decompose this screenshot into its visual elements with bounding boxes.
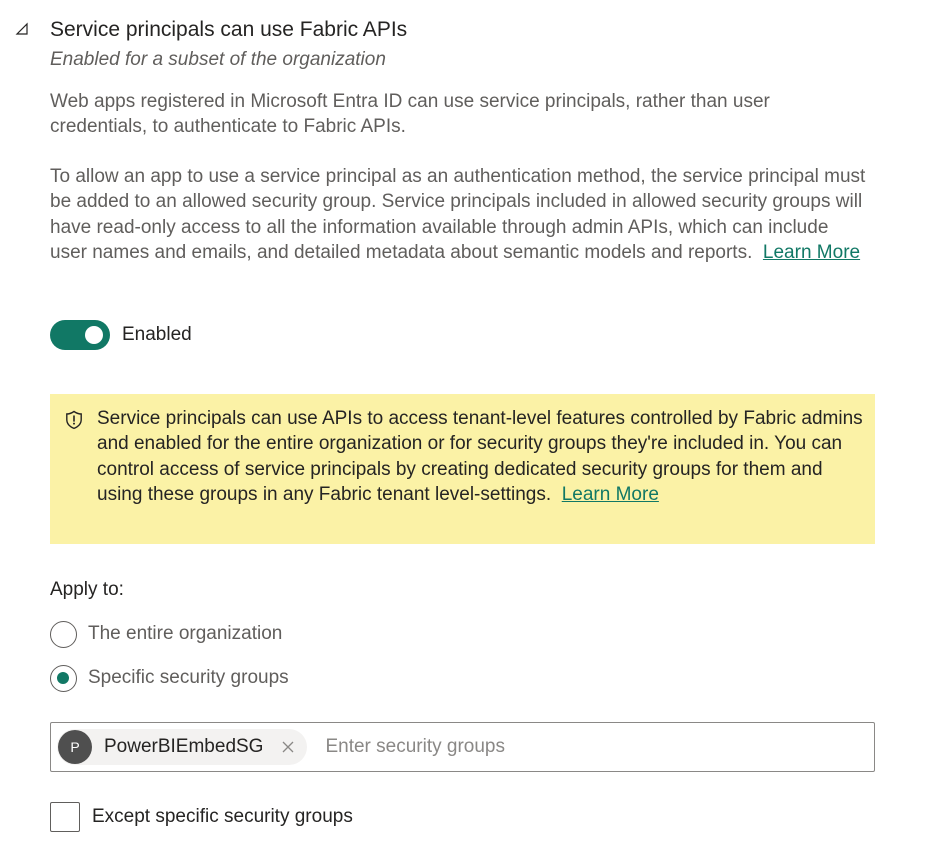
tenant-setting-panel: Service principals can use Fabric APIs E… xyxy=(0,0,937,853)
except-security-groups-option[interactable]: Except specific security groups xyxy=(50,802,353,832)
enabled-toggle-row: Enabled xyxy=(50,320,192,350)
setting-title: Service principals can use Fabric APIs xyxy=(50,18,408,41)
enabled-toggle[interactable] xyxy=(50,320,110,350)
security-groups-input[interactable] xyxy=(325,736,874,758)
radio-specific-security-groups[interactable]: Specific security groups xyxy=(50,664,289,692)
close-icon[interactable] xyxy=(281,740,295,754)
radio-selected-dot xyxy=(57,671,69,684)
triangle-collapse-icon[interactable] xyxy=(15,22,29,36)
toggle-knob xyxy=(85,326,103,344)
warning-message-bar: Service principals can use APIs to acces… xyxy=(50,394,875,544)
toggle-label: Enabled xyxy=(122,324,192,345)
setting-description-text: To allow an app to use a service princip… xyxy=(50,166,866,263)
radio-label: The entire organization xyxy=(88,623,283,644)
radio-button-unselected[interactable] xyxy=(50,620,77,648)
warning-learn-more-link[interactable]: Learn More xyxy=(562,484,659,505)
security-group-chip: P PowerBIEmbedSG xyxy=(57,729,308,765)
apply-to-label: Apply to: xyxy=(50,579,124,600)
learn-more-link[interactable]: Learn More xyxy=(763,242,860,263)
chip-label: PowerBIEmbedSG xyxy=(104,736,264,757)
radio-entire-organization[interactable]: The entire organization xyxy=(50,620,282,648)
setting-description: Web apps registered in Microsoft Entra I… xyxy=(50,91,770,138)
radio-button-selected[interactable] xyxy=(50,664,77,692)
setting-subtitle: Enabled for a subset of the organization xyxy=(50,49,386,70)
warning-text-block: Service principals can use APIs to acces… xyxy=(97,406,867,508)
avatar: P xyxy=(58,730,92,764)
setting-description-details: To allow an app to use a service princip… xyxy=(50,164,870,265)
radio-label: Specific security groups xyxy=(88,667,289,688)
warning-text: Service principals can use APIs to acces… xyxy=(97,408,863,506)
security-groups-picker[interactable]: P PowerBIEmbedSG xyxy=(50,722,875,772)
except-checkbox[interactable] xyxy=(50,802,80,832)
checkbox-label: Except specific security groups xyxy=(92,806,353,827)
shield-icon xyxy=(66,410,82,430)
